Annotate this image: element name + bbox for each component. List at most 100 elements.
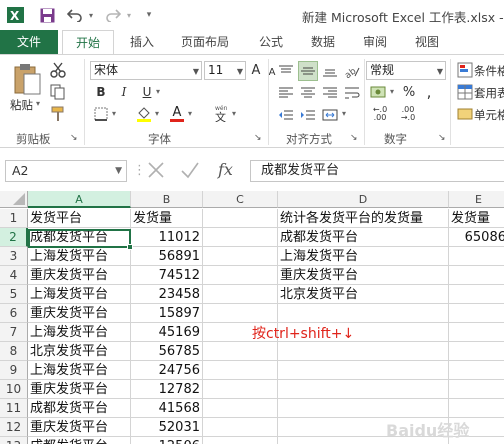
row-header-6[interactable]: 6 <box>0 304 28 323</box>
row-header-4[interactable]: 4 <box>0 266 28 285</box>
column-header-e[interactable]: E <box>449 191 504 208</box>
increase-decimal-icon[interactable]: ←.0.00 <box>368 105 392 123</box>
cell-a3[interactable]: 上海发货平台 <box>28 247 131 266</box>
currency-dropdown-icon[interactable]: ▾ <box>390 87 394 96</box>
increase-indent-icon[interactable] <box>298 107 318 123</box>
cell-c8[interactable] <box>203 342 278 361</box>
alignment-launcher-icon[interactable]: ↘ <box>350 133 358 143</box>
borders-dropdown-icon[interactable]: ▾ <box>112 109 116 118</box>
cell-e1[interactable]: 发货量 <box>449 209 504 228</box>
cell-c5[interactable] <box>203 285 278 304</box>
cell-b4[interactable]: 74512 <box>131 266 203 285</box>
row-header-13[interactable]: 13 <box>0 437 28 444</box>
cell-b3[interactable]: 56891 <box>131 247 203 266</box>
currency-icon[interactable] <box>368 83 390 101</box>
percent-icon[interactable]: % <box>400 83 418 101</box>
row-header-3[interactable]: 3 <box>0 247 28 266</box>
cell-b5[interactable]: 23458 <box>131 285 203 304</box>
cell-b6[interactable]: 15897 <box>131 304 203 323</box>
cell-d3[interactable]: 上海发货平台 <box>278 247 449 266</box>
cell-a12[interactable]: 重庆发货平台 <box>28 418 131 437</box>
column-header-c[interactable]: C <box>203 191 278 208</box>
cell-c6[interactable] <box>203 304 278 323</box>
cell-c13[interactable] <box>203 437 278 444</box>
cell-e6[interactable] <box>449 304 504 323</box>
fill-color-icon[interactable] <box>134 105 154 123</box>
row-header-12[interactable]: 12 <box>0 418 28 437</box>
cell-a4[interactable]: 重庆发货平台 <box>28 266 131 285</box>
merge-center-icon[interactable] <box>320 107 340 123</box>
cell-b8[interactable]: 56785 <box>131 342 203 361</box>
cell-b11[interactable]: 41568 <box>131 399 203 418</box>
formula-input[interactable]: 成都发货平台 <box>250 160 504 182</box>
cell-d8[interactable] <box>278 342 449 361</box>
phonetic-dropdown-icon[interactable]: ▾ <box>232 109 236 118</box>
tab-data[interactable]: 数据 <box>306 30 340 54</box>
merge-dropdown-icon[interactable]: ▾ <box>342 109 346 118</box>
clipboard-launcher-icon[interactable]: ↘ <box>70 133 78 143</box>
conditional-format-label[interactable]: 条件格 <box>474 63 504 79</box>
cell-c1[interactable] <box>203 209 278 228</box>
cell-d6[interactable] <box>278 304 449 323</box>
undo-dropdown-icon[interactable]: ▾ <box>86 6 96 24</box>
underline-dropdown-icon[interactable]: ▾ <box>156 87 160 96</box>
select-all-corner[interactable] <box>0 191 28 208</box>
paste-icon[interactable] <box>10 61 44 97</box>
tab-view[interactable]: 视图 <box>410 30 444 54</box>
cell-d5[interactable]: 北京发货平台 <box>278 285 449 304</box>
align-bottom-icon[interactable] <box>320 63 340 79</box>
cell-e10[interactable] <box>449 380 504 399</box>
cell-a13[interactable]: 成都发货平台 <box>28 437 131 444</box>
cell-d10[interactable] <box>278 380 449 399</box>
cell-d11[interactable] <box>278 399 449 418</box>
row-header-11[interactable]: 11 <box>0 399 28 418</box>
column-header-d[interactable]: D <box>278 191 449 208</box>
row-header-8[interactable]: 8 <box>0 342 28 361</box>
font-name-select[interactable]: 宋体 ▼ <box>90 61 202 80</box>
align-top-icon[interactable] <box>276 63 296 79</box>
cell-c10[interactable] <box>203 380 278 399</box>
cell-c11[interactable] <box>203 399 278 418</box>
cell-e2[interactable]: 65086 <box>449 228 504 247</box>
cell-b12[interactable]: 52031 <box>131 418 203 437</box>
cell-e7[interactable] <box>449 323 504 342</box>
redo-icon[interactable] <box>104 6 122 24</box>
paste-dropdown-icon[interactable]: ▾ <box>36 99 40 108</box>
cell-styles-label[interactable]: 单元格 <box>474 107 504 123</box>
cell-a5[interactable]: 上海发货平台 <box>28 285 131 304</box>
cell-e9[interactable] <box>449 361 504 380</box>
grow-font-button[interactable]: A <box>248 61 264 79</box>
tab-insert[interactable]: 插入 <box>126 30 158 54</box>
phonetic-icon[interactable]: wén 文 <box>212 103 230 123</box>
column-header-a[interactable]: A <box>28 191 131 208</box>
comma-style-icon[interactable]: , <box>420 83 438 101</box>
cell-c3[interactable] <box>203 247 278 266</box>
align-middle-icon[interactable] <box>298 61 318 81</box>
fill-color-dropdown-icon[interactable]: ▾ <box>155 109 159 118</box>
tab-home[interactable]: 开始 <box>62 30 114 55</box>
cell-b13[interactable]: 12506 <box>131 437 203 444</box>
tab-page-layout[interactable]: 页面布局 <box>176 30 234 54</box>
cell-b9[interactable]: 24756 <box>131 361 203 380</box>
align-center-icon[interactable] <box>298 85 318 101</box>
cell-b7[interactable]: 45169 <box>131 323 203 342</box>
row-header-1[interactable]: 1 <box>0 209 28 228</box>
row-header-9[interactable]: 9 <box>0 361 28 380</box>
cell-d1[interactable]: 统计各发货平台的发货量 <box>278 209 449 228</box>
paste-label[interactable]: 粘贴 <box>10 97 33 113</box>
cell-a1[interactable]: 发货平台 <box>28 209 131 228</box>
cell-b2[interactable]: 11012 <box>131 228 203 247</box>
number-launcher-icon[interactable]: ↘ <box>438 133 446 143</box>
orientation-icon[interactable]: ab <box>342 63 362 79</box>
tab-file[interactable]: 文件 <box>0 30 58 54</box>
cell-styles-icon[interactable] <box>456 105 474 123</box>
cell-b10[interactable]: 12782 <box>131 380 203 399</box>
cell-d4[interactable]: 重庆发货平台 <box>278 266 449 285</box>
cell-d9[interactable] <box>278 361 449 380</box>
cell-a11[interactable]: 成都发货平台 <box>28 399 131 418</box>
cell-c9[interactable] <box>203 361 278 380</box>
copy-icon[interactable] <box>48 83 68 101</box>
format-painter-icon[interactable] <box>48 105 68 123</box>
font-color-button[interactable]: A <box>168 105 186 123</box>
underline-button[interactable]: U <box>138 83 156 101</box>
